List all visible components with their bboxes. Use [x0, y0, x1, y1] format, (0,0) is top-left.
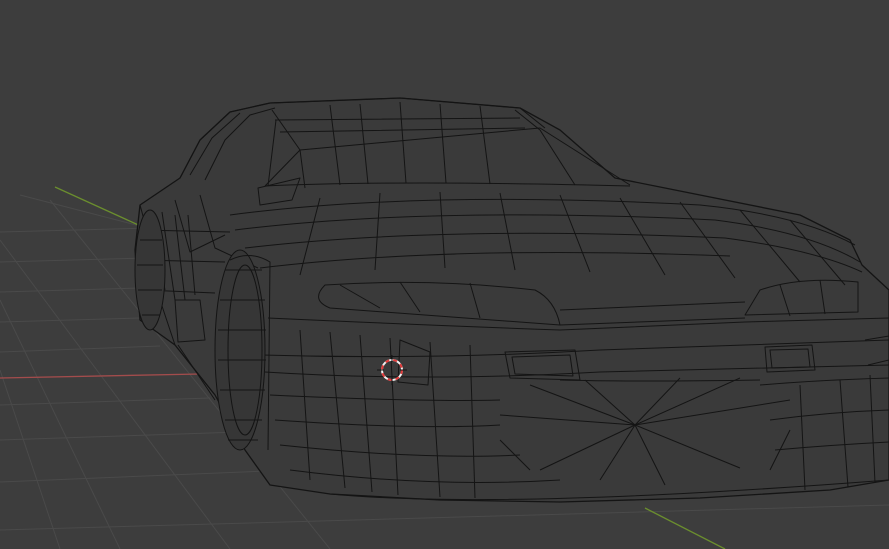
- viewport-canvas[interactable]: [0, 0, 889, 549]
- 3d-viewport[interactable]: [0, 0, 889, 549]
